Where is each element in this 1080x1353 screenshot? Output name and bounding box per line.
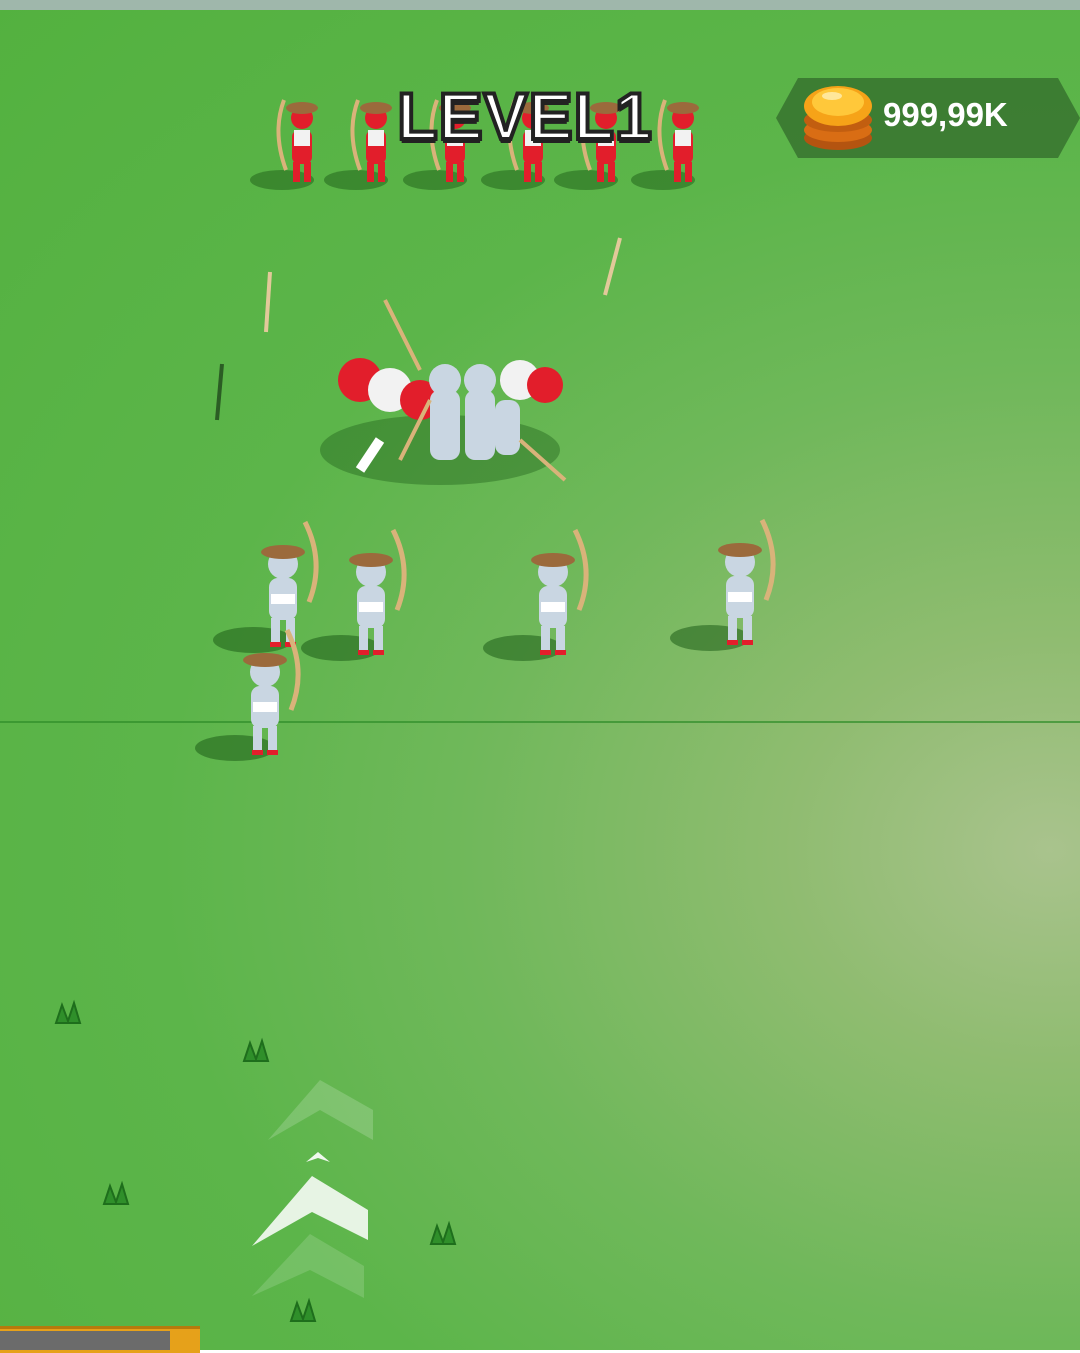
advance-chevrons[interactable] xyxy=(0,0,1080,1350)
chevron-up-icon xyxy=(306,1152,330,1162)
gold-coin-stack-icon xyxy=(804,86,872,150)
coin-balance: 999,99K xyxy=(883,96,1008,133)
chevron-up-icon xyxy=(268,1080,373,1140)
bottom-panel-inner xyxy=(0,1331,170,1350)
chevron-up-icon xyxy=(252,1234,364,1298)
level-title: LEVEL1 xyxy=(395,77,653,155)
